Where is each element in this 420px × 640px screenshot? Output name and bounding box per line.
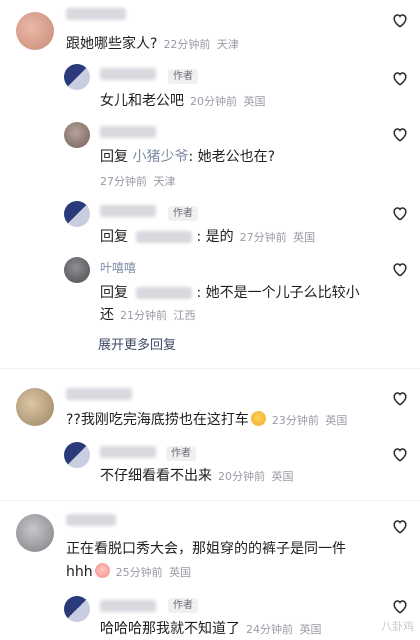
reply-time: 21分钟前 <box>120 309 167 322</box>
heart-outline-icon <box>393 448 407 462</box>
like-button[interactable] <box>390 10 410 30</box>
comment-body: 正在看脱口秀大会，那姐穿的的裤子是同一件 <box>66 541 346 557</box>
heart-outline-icon <box>393 520 407 534</box>
avatar[interactable] <box>64 596 90 622</box>
comment-location: 英国 <box>169 566 192 579</box>
username-blurred[interactable] <box>100 68 156 80</box>
reply-body: : 是的 <box>196 229 234 245</box>
reply-username[interactable]: 叶嘻嘻 <box>100 259 136 277</box>
like-button[interactable] <box>390 259 410 279</box>
heart-outline-icon <box>393 207 407 221</box>
like-button[interactable] <box>390 516 410 536</box>
comment-time: 22分钟前 <box>163 38 211 51</box>
reply-text[interactable]: 女儿和老公吧 20分钟前 英国 <box>100 92 265 111</box>
username-blurred[interactable] <box>66 8 126 20</box>
reply-text[interactable]: 回复 小猪少爷: 她老公也在? <box>100 148 275 166</box>
avatar[interactable] <box>16 12 54 50</box>
avatar[interactable] <box>64 122 90 148</box>
reply-text[interactable]: 不仔细看看不出来 20分钟前 英国 <box>100 467 293 486</box>
mention-blurred[interactable] <box>136 287 193 299</box>
comment-time: 23分钟前 <box>271 414 319 427</box>
comment-body: 跟她哪些家人? <box>66 36 158 52</box>
avatar[interactable] <box>64 257 90 283</box>
reply-meta: 27分钟前 天津 <box>100 172 175 191</box>
reply-time: 20分钟前 <box>190 95 237 108</box>
heart-outline-icon <box>393 600 407 614</box>
like-button[interactable] <box>390 444 410 464</box>
comment-location: 天津 <box>216 38 239 51</box>
like-button[interactable] <box>390 203 410 223</box>
like-button[interactable] <box>390 68 410 88</box>
reply-body-cont: 还 <box>100 307 114 323</box>
divider <box>0 368 420 369</box>
comment-text[interactable]: ??我刚吃完海底捞也在这打车 23分钟前 英国 <box>66 411 347 430</box>
reply-body: : 她不是一个儿子么比较小 <box>196 285 360 301</box>
heart-outline-icon <box>393 14 407 28</box>
reply-word: 回复 <box>100 149 128 165</box>
heart-outline-icon <box>393 72 407 86</box>
heart-outline-icon <box>393 128 407 142</box>
reply-location: 江西 <box>173 309 196 322</box>
comment-time: 25分钟前 <box>115 566 163 579</box>
reply-text[interactable]: 回复 : 是的 27分钟前 英国 <box>100 228 315 247</box>
avatar[interactable] <box>64 64 90 90</box>
avatar[interactable] <box>16 388 54 426</box>
reply-body: : 她老公也在? <box>188 149 276 165</box>
reply-word: 回复 <box>100 229 128 245</box>
like-button[interactable] <box>390 596 410 616</box>
mention-link[interactable]: 小猪少爷 <box>132 149 188 165</box>
comment-text-cont: hhh 25分钟前 英国 <box>66 563 191 582</box>
heart-outline-icon <box>393 263 407 277</box>
heart-outline-icon <box>393 392 407 406</box>
reply-word: 回复 <box>100 285 128 301</box>
watermark: 八卦鸡 <box>381 618 414 634</box>
divider <box>0 500 420 501</box>
reply-text-cont: 还 21分钟前 江西 <box>100 306 195 325</box>
username-blurred[interactable] <box>66 388 132 400</box>
mention-blurred[interactable] <box>136 231 193 243</box>
comment-location: 英国 <box>325 414 348 427</box>
pig-emoji-icon <box>94 563 110 578</box>
author-badge: 作者 <box>168 206 198 221</box>
smile-emoji-icon <box>250 411 266 426</box>
comment-text[interactable]: 跟她哪些家人? 22分钟前 天津 <box>66 35 239 54</box>
reply-text[interactable]: 回复 : 她不是一个儿子么比较小 <box>100 284 360 302</box>
reply-location: 英国 <box>293 231 316 244</box>
author-badge: 作者 <box>166 446 196 461</box>
username-blurred[interactable] <box>100 205 156 217</box>
avatar[interactable] <box>64 201 90 227</box>
comment-text[interactable]: 正在看脱口秀大会，那姐穿的的裤子是同一件 <box>66 540 346 558</box>
username-blurred[interactable] <box>100 446 156 458</box>
username-blurred[interactable] <box>100 126 156 138</box>
reply-body: 不仔细看看不出来 <box>100 468 212 484</box>
avatar[interactable] <box>16 514 54 552</box>
author-badge: 作者 <box>168 69 198 84</box>
reply-time: 24分钟前 <box>246 623 293 636</box>
reply-time: 27分钟前 <box>239 231 287 244</box>
reply-body: 女儿和老公吧 <box>100 93 184 109</box>
like-button[interactable] <box>390 388 410 408</box>
reply-body: 哈哈哈那我就不知道了 <box>100 621 240 637</box>
comment-body-cont: hhh <box>66 564 93 580</box>
like-button[interactable] <box>390 124 410 144</box>
reply-location: 英国 <box>299 623 322 636</box>
reply-location: 英国 <box>243 95 266 108</box>
watermark-text: 八卦鸡 <box>381 620 414 633</box>
username-blurred[interactable] <box>66 514 116 526</box>
avatar[interactable] <box>64 442 90 468</box>
username-blurred[interactable] <box>100 600 156 612</box>
reply-text[interactable]: 哈哈哈那我就不知道了 24分钟前 英国 <box>100 620 321 639</box>
reply-location: 英国 <box>271 470 294 483</box>
author-badge: 作者 <box>168 598 198 613</box>
comment-body: ??我刚吃完海底捞也在这打车 <box>66 412 249 428</box>
reply-time: 27分钟前 <box>100 175 147 188</box>
expand-more-replies[interactable]: 展开更多回复 <box>98 334 176 353</box>
reply-location: 天津 <box>153 175 176 188</box>
reply-time: 20分钟前 <box>218 470 265 483</box>
